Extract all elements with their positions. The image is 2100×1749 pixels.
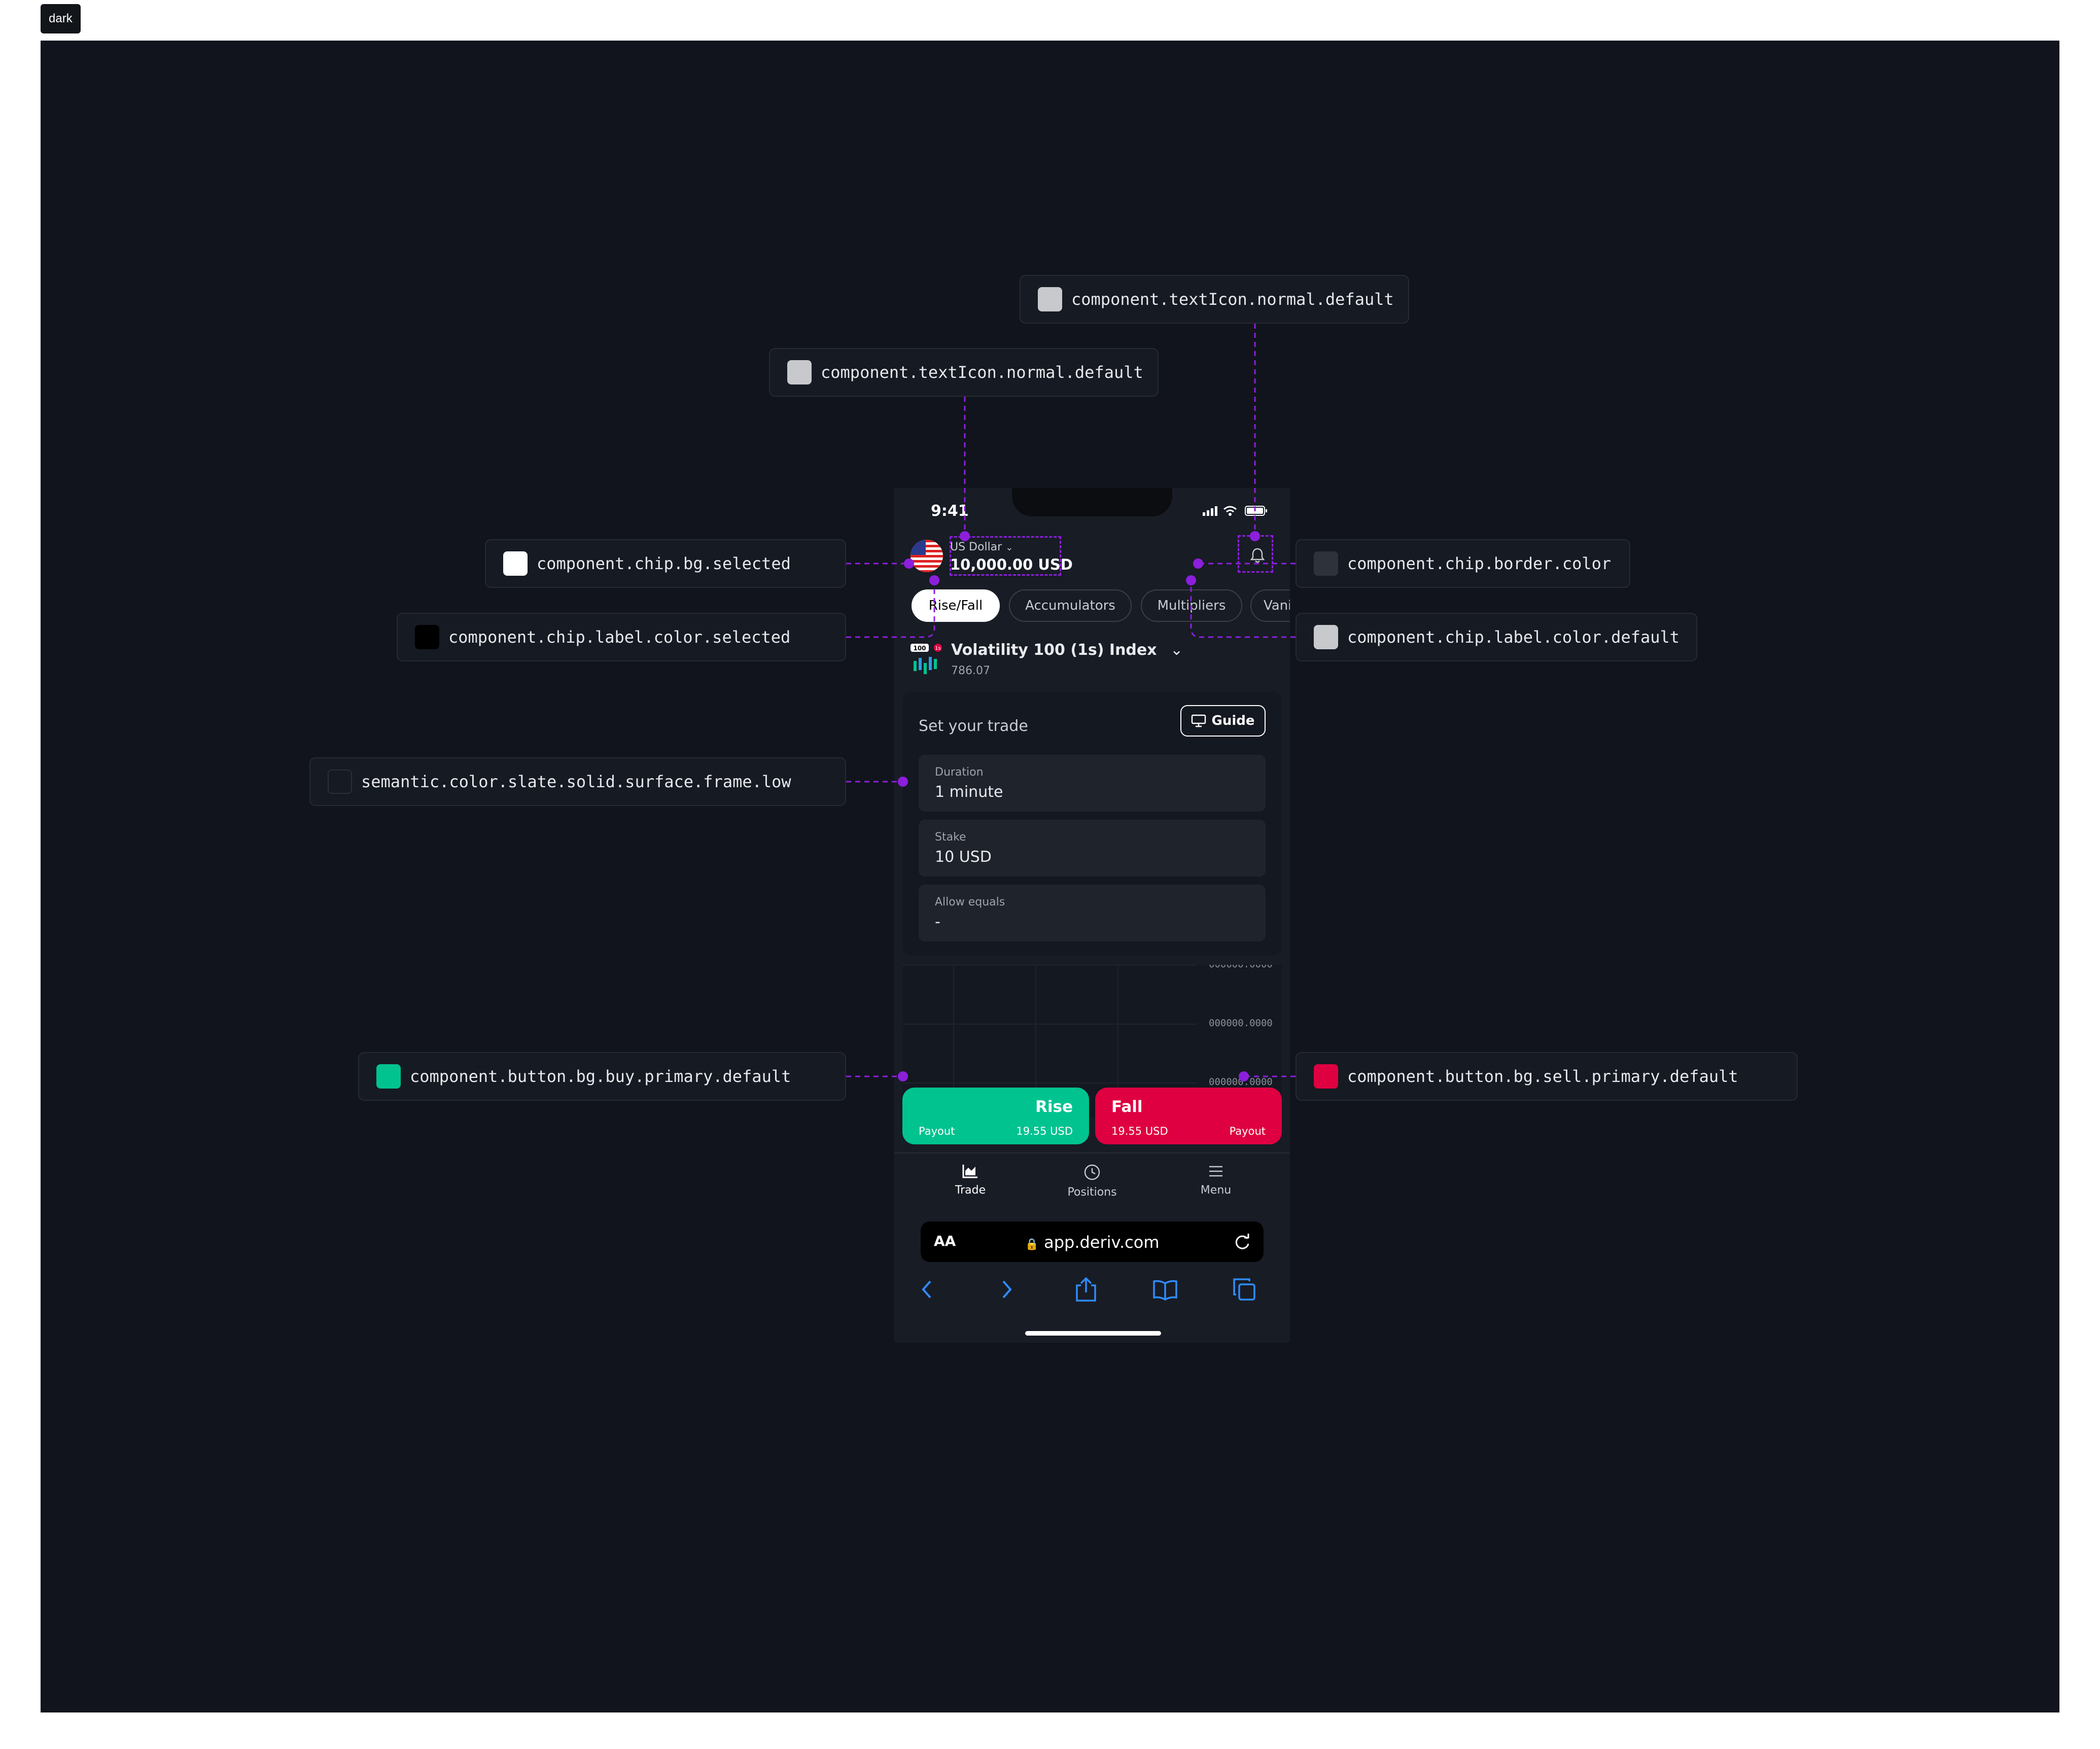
connector-dot: [1193, 558, 1203, 569]
canvas-frame: component.textIcon.normal.default compon…: [41, 41, 2059, 1712]
connector-dot: [1186, 575, 1196, 585]
connector-dot: [904, 558, 914, 569]
annotation-connectors: [846, 324, 1296, 1077]
connector-dot: [898, 777, 908, 787]
connector-dot: [960, 531, 970, 541]
theme-tag: dark: [41, 4, 81, 33]
connector-dot: [898, 1071, 908, 1081]
connector-dot: [1239, 1071, 1249, 1081]
connector-dot: [929, 575, 939, 585]
connector-dot: [1250, 531, 1260, 541]
